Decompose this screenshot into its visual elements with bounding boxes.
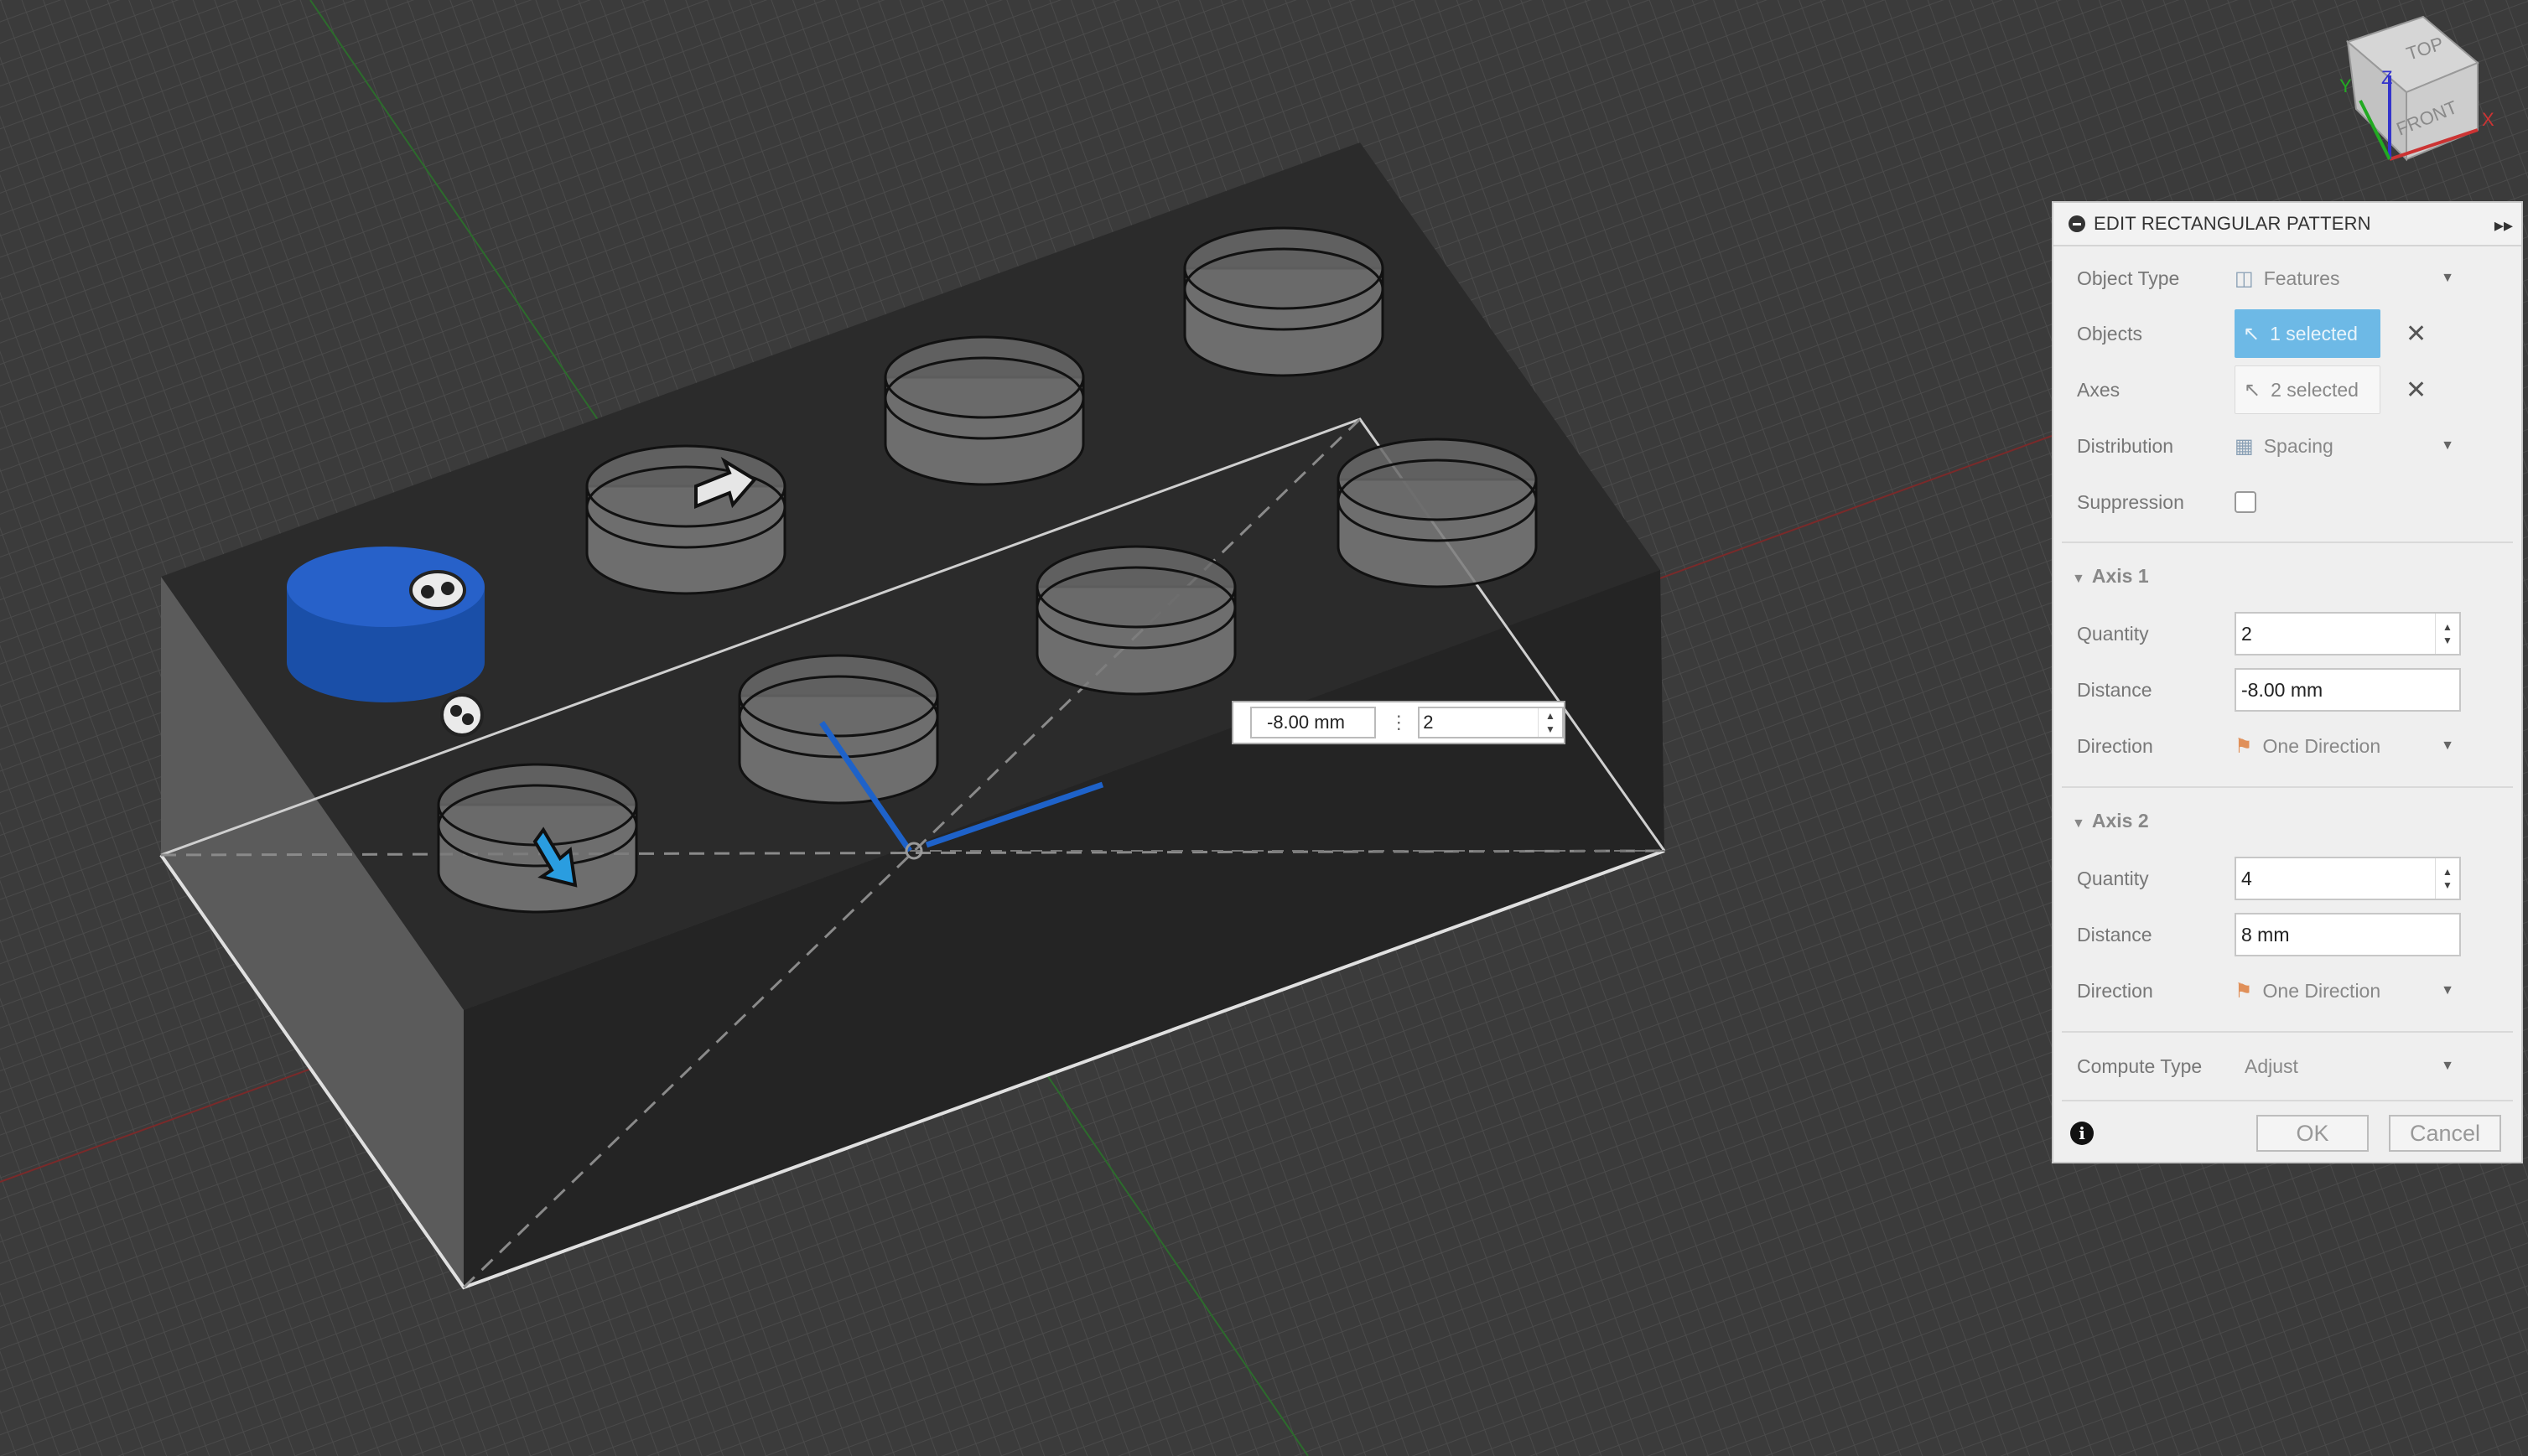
canvas-quantity-spinner[interactable]: ▲ ▼ — [1538, 708, 1562, 737]
axis2-quantity-input[interactable]: 4 ▲ ▼ — [2235, 857, 2461, 900]
direction-flag-icon: ⚑ — [2235, 734, 2253, 758]
pattern-handle-icon[interactable] — [409, 570, 466, 610]
distribution-dropdown[interactable]: ▦ Spacing ▼ — [2235, 434, 2454, 459]
axis2-direction-label: Direction — [2077, 979, 2153, 1002]
triangle-down-icon: ▼ — [2072, 572, 2085, 586]
canvas-quantity-field[interactable]: 2 ▲ ▼ — [1418, 707, 1564, 738]
axis2-distance-value: 8 mm — [2241, 923, 2290, 946]
axis1-quantity-spinner[interactable]: ▲ ▼ — [2435, 614, 2459, 654]
triangle-down-icon: ▼ — [2072, 816, 2085, 831]
object-type-dropdown[interactable]: ◫ Features ▼ — [2235, 267, 2454, 291]
chevron-down-icon: ▼ — [2441, 738, 2454, 753]
cursor-icon: ↖ — [2243, 322, 2261, 345]
chevron-down-icon: ▼ — [2441, 438, 2454, 453]
grip-icon[interactable]: ⋮ — [1389, 712, 1408, 733]
axes-label: Axes — [2077, 378, 2121, 401]
divider — [2062, 541, 2513, 543]
axis2-section-header[interactable]: ▼ Axis 2 — [2072, 810, 2149, 832]
divider — [2062, 786, 2513, 788]
suppression-row: Suppression — [2077, 477, 2521, 527]
dialog-title: EDIT RECTANGULAR PATTERN — [2094, 213, 2371, 234]
stud-instance — [1337, 438, 1538, 588]
objects-selection-button[interactable]: ↖ 1 selected — [2235, 309, 2380, 358]
suppression-label: Suppression — [2077, 490, 2184, 513]
axis2-distance-label: Distance — [2077, 923, 2152, 946]
axis2-direction-value: One Direction — [2262, 979, 2381, 1002]
features-icon: ◫ — [2235, 267, 2254, 290]
axis2-direction-dropdown[interactable]: ⚑ One Direction ▼ — [2235, 979, 2454, 1003]
distribution-value: Spacing — [2263, 434, 2333, 457]
object-type-label: Object Type — [2077, 267, 2180, 289]
compute-type-dropdown[interactable]: Adjust ▼ — [2235, 1055, 2454, 1078]
distribution-row: Distribution ▦ Spacing ▼ — [2077, 421, 2521, 471]
compute-type-value: Adjust — [2245, 1054, 2298, 1077]
chevron-down-icon: ▼ — [2441, 1059, 2454, 1073]
expand-icon[interactable]: ▸▸ — [2494, 215, 2513, 236]
axis1-quantity-label: Quantity — [2077, 622, 2149, 645]
collapse-icon[interactable] — [2069, 215, 2085, 232]
compute-type-label: Compute Type — [2077, 1054, 2203, 1077]
axis1-distance-label: Distance — [2077, 678, 2152, 701]
axis1-quantity-row: Quantity 2 ▲ ▼ — [2077, 609, 2521, 659]
axis2-quantity-value: 4 — [2241, 867, 2252, 889]
axis2-distance-row: Distance 8 mm — [2077, 909, 2521, 960]
stud-instance — [1036, 545, 1237, 696]
clear-axes-icon[interactable]: ✕ — [2406, 376, 2427, 405]
chevron-down-icon: ▼ — [2441, 271, 2454, 285]
axis2-quantity-row: Quantity 4 ▲ ▼ — [2077, 853, 2521, 904]
axis1-direction-label: Direction — [2077, 734, 2153, 757]
cursor-icon: ↖ — [2244, 378, 2261, 402]
axis1-direction-dropdown[interactable]: ⚑ One Direction ▼ — [2235, 734, 2454, 759]
objects-selected-value: 1 selected — [2270, 322, 2358, 345]
stud-instance — [1183, 226, 1384, 377]
axis2-distance-input[interactable]: 8 mm — [2235, 913, 2461, 956]
axis-y-label: Y — [2339, 75, 2352, 96]
object-type-value: Features — [2263, 267, 2340, 289]
chevron-down-icon: ▼ — [2441, 983, 2454, 997]
canvas-quantity-value: 2 — [1423, 712, 1434, 733]
axis2-title: Axis 2 — [2091, 810, 2149, 832]
divider — [2062, 1100, 2513, 1101]
direction-flag-icon: ⚑ — [2235, 979, 2253, 1003]
axis1-section-header[interactable]: ▼ Axis 1 — [2072, 565, 2149, 588]
stud-instance — [738, 654, 939, 805]
object-type-row: Object Type ◫ Features ▼ — [2077, 253, 2521, 303]
ok-button[interactable]: OK — [2256, 1115, 2369, 1152]
cancel-button[interactable]: Cancel — [2389, 1115, 2501, 1152]
edit-rectangular-pattern-dialog: EDIT RECTANGULAR PATTERN ▸▸ Object Type … — [2052, 201, 2523, 1163]
axis1-direction-value: One Direction — [2262, 734, 2381, 757]
axis2-quantity-spinner[interactable]: ▲ ▼ — [2435, 858, 2459, 899]
axes-selection-button[interactable]: ↖ 2 selected — [2235, 365, 2380, 414]
axis1-title: Axis 1 — [2091, 565, 2149, 587]
axis1-distance-row: Distance -8.00 mm — [2077, 665, 2521, 715]
suppression-checkbox[interactable] — [2235, 491, 2256, 513]
axis2-direction-row: Direction ⚑ One Direction ▼ — [2077, 966, 2521, 1016]
axes-row: Axes ↖ 2 selected ✕ — [2077, 365, 2521, 415]
axis1-distance-input[interactable]: -8.00 mm — [2235, 668, 2461, 712]
axes-selected-value: 2 selected — [2271, 378, 2359, 401]
axis2-quantity-label: Quantity — [2077, 867, 2149, 889]
canvas-distance-field[interactable]: -8.00 mm — [1250, 707, 1377, 738]
objects-label: Objects — [2077, 322, 2142, 345]
pattern-handle-2-icon[interactable] — [440, 693, 484, 737]
objects-row: Objects ↖ 1 selected ✕ — [2077, 308, 2521, 359]
spacing-icon: ▦ — [2235, 434, 2254, 458]
axis1-direction-row: Direction ⚑ One Direction ▼ — [2077, 721, 2521, 771]
axis1-quantity-input[interactable]: 2 ▲ ▼ — [2235, 612, 2461, 655]
stud-instance — [884, 335, 1085, 486]
info-icon[interactable]: i — [2070, 1122, 2094, 1145]
axis1-quantity-value: 2 — [2241, 622, 2252, 645]
axis-z-label: Z — [2381, 67, 2392, 88]
divider — [2062, 1031, 2513, 1033]
dialog-header: EDIT RECTANGULAR PATTERN ▸▸ — [2053, 203, 2521, 246]
clear-objects-icon[interactable]: ✕ — [2406, 319, 2427, 349]
axis1-distance-value: -8.00 mm — [2241, 678, 2323, 701]
stud-instance — [585, 444, 786, 595]
compute-type-row: Compute Type Adjust ▼ — [2077, 1041, 2521, 1091]
distribution-label: Distribution — [2077, 434, 2174, 457]
selected-stud[interactable] — [287, 547, 485, 702]
canvas-value-input: -8.00 mm ⋮ 2 ▲ ▼ — [1232, 701, 1565, 744]
axis-x-label: X — [2482, 109, 2494, 130]
